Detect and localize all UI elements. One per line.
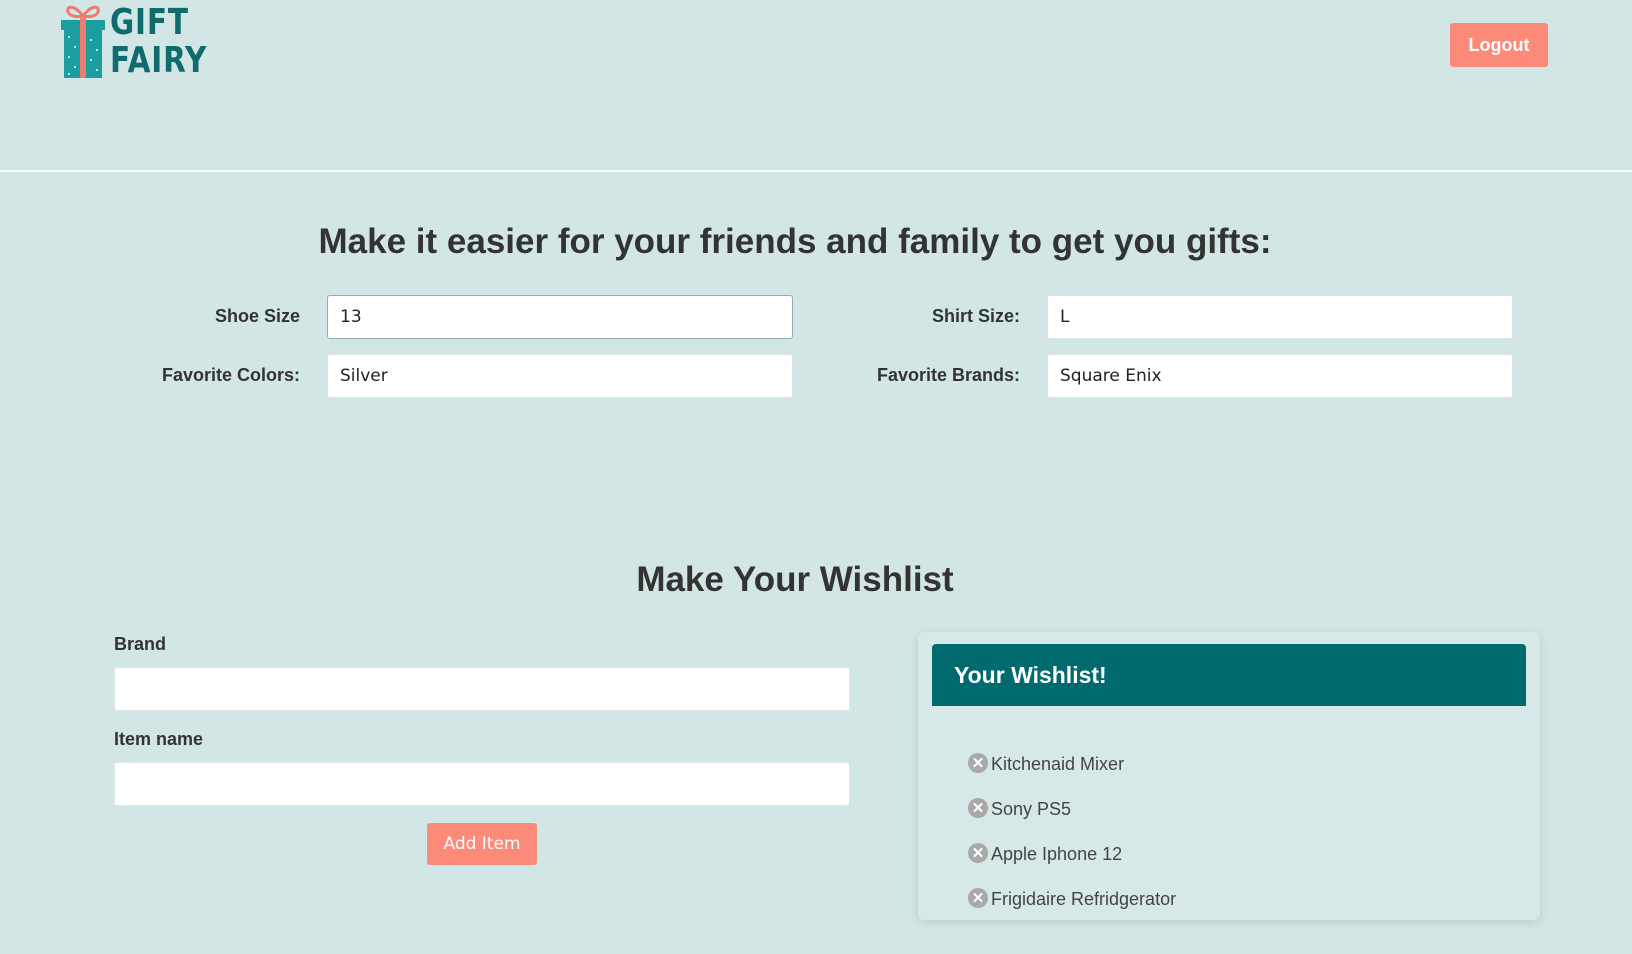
shoe-size-label: Shoe Size: [214, 306, 300, 326]
wishlist-item-label: Apple Iphone 12: [991, 844, 1123, 864]
wishlist-item-label: Kitchenaid Mixer: [991, 754, 1125, 774]
list-item: ✕ Sony PS5: [968, 787, 1176, 832]
wishlist-card-title: Your Wishlist!: [954, 662, 1107, 688]
logout-button[interactable]: Logout: [1450, 23, 1548, 67]
list-item: ✕ Frigidaire Refridgerator: [968, 877, 1176, 922]
wishlist-item-label: Sony PS5: [991, 799, 1072, 819]
wishlist-item-label: Frigidaire Refridgerator: [991, 889, 1177, 909]
close-circle-icon[interactable]: ✕: [968, 797, 988, 818]
item-name-input[interactable]: [114, 762, 850, 806]
list-item: ✕ Apple Iphone 12: [968, 832, 1176, 877]
favorite-brands-label: Favorite Brands:: [876, 365, 1020, 385]
close-circle-icon[interactable]: ✕: [968, 752, 988, 773]
add-item-button[interactable]: Add Item: [427, 823, 537, 865]
shirt-size-label: Shirt Size:: [931, 306, 1020, 326]
close-circle-icon[interactable]: ✕: [968, 887, 988, 908]
brand-label: Brand: [114, 634, 167, 654]
favorite-colors-label: Favorite Colors:: [161, 365, 300, 385]
logo-line-2: FAIRY: [110, 40, 208, 81]
logo-text: GIFT FAIRY: [110, 4, 207, 80]
favorite-brands-input[interactable]: [1047, 354, 1513, 398]
gift-box-icon: [61, 5, 105, 78]
shirt-size-input[interactable]: [1047, 295, 1513, 339]
close-circle-icon[interactable]: ✕: [968, 842, 988, 863]
wishlist-items: ✕ Kitchenaid Mixer ✕ Sony PS5 ✕ Apple Ip…: [968, 742, 1176, 922]
wishlist-card: Your Wishlist! ✕ Kitchenaid Mixer ✕ Sony…: [918, 632, 1540, 920]
shoe-size-input[interactable]: [327, 295, 793, 339]
list-item: ✕ Kitchenaid Mixer: [968, 742, 1176, 787]
brand-input[interactable]: [114, 667, 850, 711]
sizes-section-title: Make it easier for your friends and fami…: [318, 222, 1272, 261]
header-divider: [0, 170, 1632, 172]
item-name-label: Item name: [114, 729, 204, 749]
gift-fairy-logo[interactable]: GIFT FAIRY: [60, 2, 206, 80]
page-header: GIFT FAIRY Logout: [0, 0, 1632, 170]
wishlist-card-header: Your Wishlist!: [932, 644, 1526, 706]
favorite-colors-input[interactable]: [327, 354, 793, 398]
wishlist-section-title: Make Your Wishlist: [636, 560, 954, 599]
logo-line-1: GIFT: [110, 2, 189, 43]
